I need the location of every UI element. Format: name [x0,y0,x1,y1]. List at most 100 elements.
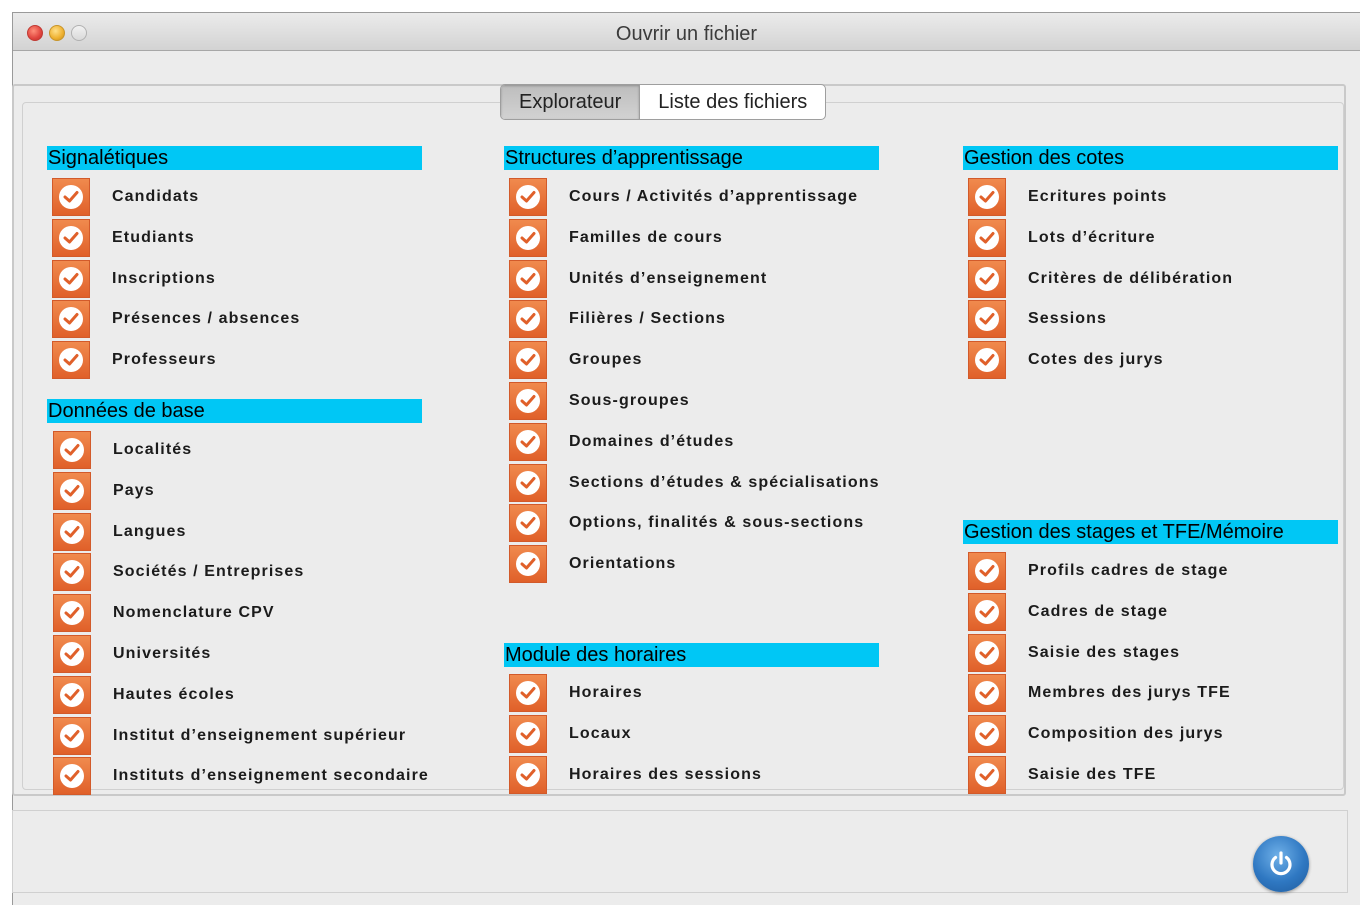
check-icon [52,178,90,216]
check-icon [53,512,91,551]
menu-item-label: Composition des jurys [1028,725,1224,743]
check-icon [509,259,547,298]
menu-item-label: Ecritures points [1028,188,1168,205]
menu-item-cadres-de-stage[interactable]: Cadres de stage [968,592,1168,632]
menu-item-ecritures-points[interactable]: Ecritures points [968,177,1167,217]
menu-item-profils-cadres-de-stage[interactable]: Profils cadres de stage [968,551,1229,591]
menu-item-label: Etudiants [112,228,195,246]
tab-liste-des-fichiers[interactable]: Liste des fichiers [639,85,825,119]
menu-item-horaires[interactable]: Horaires [509,673,643,713]
check-icon [509,422,547,461]
menu-item-criteres-de-deliberation[interactable]: Critères de délibération [968,259,1233,299]
check-icon [509,463,547,502]
menu-item-sous-groupes[interactable]: Sous-groupes [509,381,690,421]
menu-item-label: Lots d’écriture [1028,228,1156,246]
check-icon [509,755,547,794]
bottom-bar [12,810,1348,893]
menu-item-label: Langues [113,522,187,540]
check-icon [53,757,91,796]
check-icon [968,259,1006,298]
menu-item-label: Critères de délibération [1028,269,1234,287]
check-icon [53,635,91,673]
menu-item-label: Cotes des jurys [1028,351,1164,369]
menu-item-label: Sociétés / Entreprises [113,563,305,581]
check-icon [968,300,1006,339]
menu-item-label: Options, finalités & sous-sections [569,514,865,532]
menu-item-label: Membres des jurys TFE [1028,684,1231,702]
menu-item-inscriptions[interactable]: Inscriptions [52,259,216,299]
menu-item-membres-des-jurys-tfe[interactable]: Membres des jurys TFE [968,673,1231,713]
menu-item-familles-de-cours[interactable]: Familles de cours [509,218,723,258]
menu-item-institut-d-enseignement-superieur[interactable]: Institut d’enseignement supérieur [53,716,406,756]
menu-item-orientations[interactable]: Orientations [509,544,676,584]
section-header-horaires: Module des horaires [504,643,879,667]
power-icon [1270,851,1292,876]
check-icon [968,756,1006,794]
menu-item-label: Sessions [1028,310,1108,328]
check-icon [509,218,547,257]
menu-item-societes-entreprises[interactable]: Sociétés / Entreprises [53,552,304,592]
menu-item-pays[interactable]: Pays [53,471,155,511]
check-icon [53,716,91,755]
check-icon [968,552,1006,590]
menu-item-cours-activites-d-apprentissage[interactable]: Cours / Activités d’apprentissage [509,177,858,217]
section-header-donnees-de-base: Données de base [47,399,422,423]
menu-item-saisie-des-stages[interactable]: Saisie des stages [968,633,1180,673]
menu-item-cotes-des-jurys[interactable]: Cotes des jurys [968,340,1164,380]
check-icon [509,178,547,216]
menu-item-sessions[interactable]: Sessions [968,299,1107,339]
menu-item-label: Nomenclature CPV [113,604,275,622]
tab-explorateur[interactable]: Explorateur [501,85,640,119]
menu-item-label: Pays [113,481,155,499]
check-icon [52,300,90,339]
menu-item-universites[interactable]: Universités [53,634,211,674]
check-icon [52,259,90,298]
menu-item-label: Sous-groupes [569,392,690,409]
menu-item-saisie-des-tfe[interactable]: Saisie des TFE [968,755,1156,795]
menu-item-label: Horaires des sessions [569,765,762,783]
menu-item-groupes[interactable]: Groupes [509,340,643,380]
menu-item-label: Locaux [569,724,632,742]
check-icon [509,674,547,712]
menu-item-localites[interactable]: Localités [53,430,192,470]
menu-item-label: Horaires [569,684,643,701]
menu-item-label: Institut d’enseignement supérieur [113,726,407,744]
check-icon [968,218,1006,257]
menu-item-langues[interactable]: Langues [53,512,187,552]
menu-item-instituts-d-enseignement-secondaire[interactable]: Instituts d’enseignement secondaire [53,756,429,796]
menu-item-locaux[interactable]: Locaux [509,714,632,754]
menu-item-nomenclature-cpv[interactable]: Nomenclature CPV [53,593,275,633]
menu-item-lots-d-ecriture[interactable]: Lots d’écriture [968,218,1156,258]
menu-item-label: Saisie des TFE [1028,766,1157,783]
menu-item-etudiants[interactable]: Etudiants [52,218,195,258]
menu-item-label: Présences / absences [112,310,301,328]
menu-item-label: Professeurs [112,351,217,369]
section-header-signaletiques: Signalétiques [47,146,422,170]
menu-item-sections-d-etudes-specialisations[interactable]: Sections d’études & spécialisations [509,463,880,503]
menu-item-options-finalites-sous-sections[interactable]: Options, finalités & sous-sections [509,503,864,543]
menu-item-domaines-d-etudes[interactable]: Domaines d’études [509,422,734,462]
menu-item-hautes-ecoles[interactable]: Hautes écoles [53,675,235,715]
section-header-gestion-des-cotes: Gestion des cotes [963,146,1338,170]
menu-item-filieres-sections[interactable]: Filières / Sections [509,299,726,339]
menu-item-label: Hautes écoles [113,685,235,703]
menu-item-composition-des-jurys[interactable]: Composition des jurys [968,714,1224,754]
menu-item-horaires-des-sessions[interactable]: Horaires des sessions [509,755,762,795]
menu-item-candidats[interactable]: Candidats [52,177,199,217]
menu-item-presences-absences[interactable]: Présences / absences [52,299,300,339]
check-icon [968,674,1006,713]
section-header-structures: Structures d’apprentissage [504,146,879,170]
menu-item-label: Inscriptions [112,269,216,287]
check-icon [53,431,91,469]
check-icon [968,633,1006,672]
check-icon [53,675,91,714]
menu-item-professeurs[interactable]: Professeurs [52,340,217,380]
check-icon [509,504,547,543]
check-icon [968,592,1006,631]
menu-item-label: Profils cadres de stage [1028,562,1229,579]
check-icon [509,714,547,753]
power-button[interactable] [1253,836,1309,892]
menu-item-unites-d-enseignement[interactable]: Unités d’enseignement [509,259,767,299]
menu-item-label: Groupes [569,351,643,369]
check-icon [968,341,1006,380]
